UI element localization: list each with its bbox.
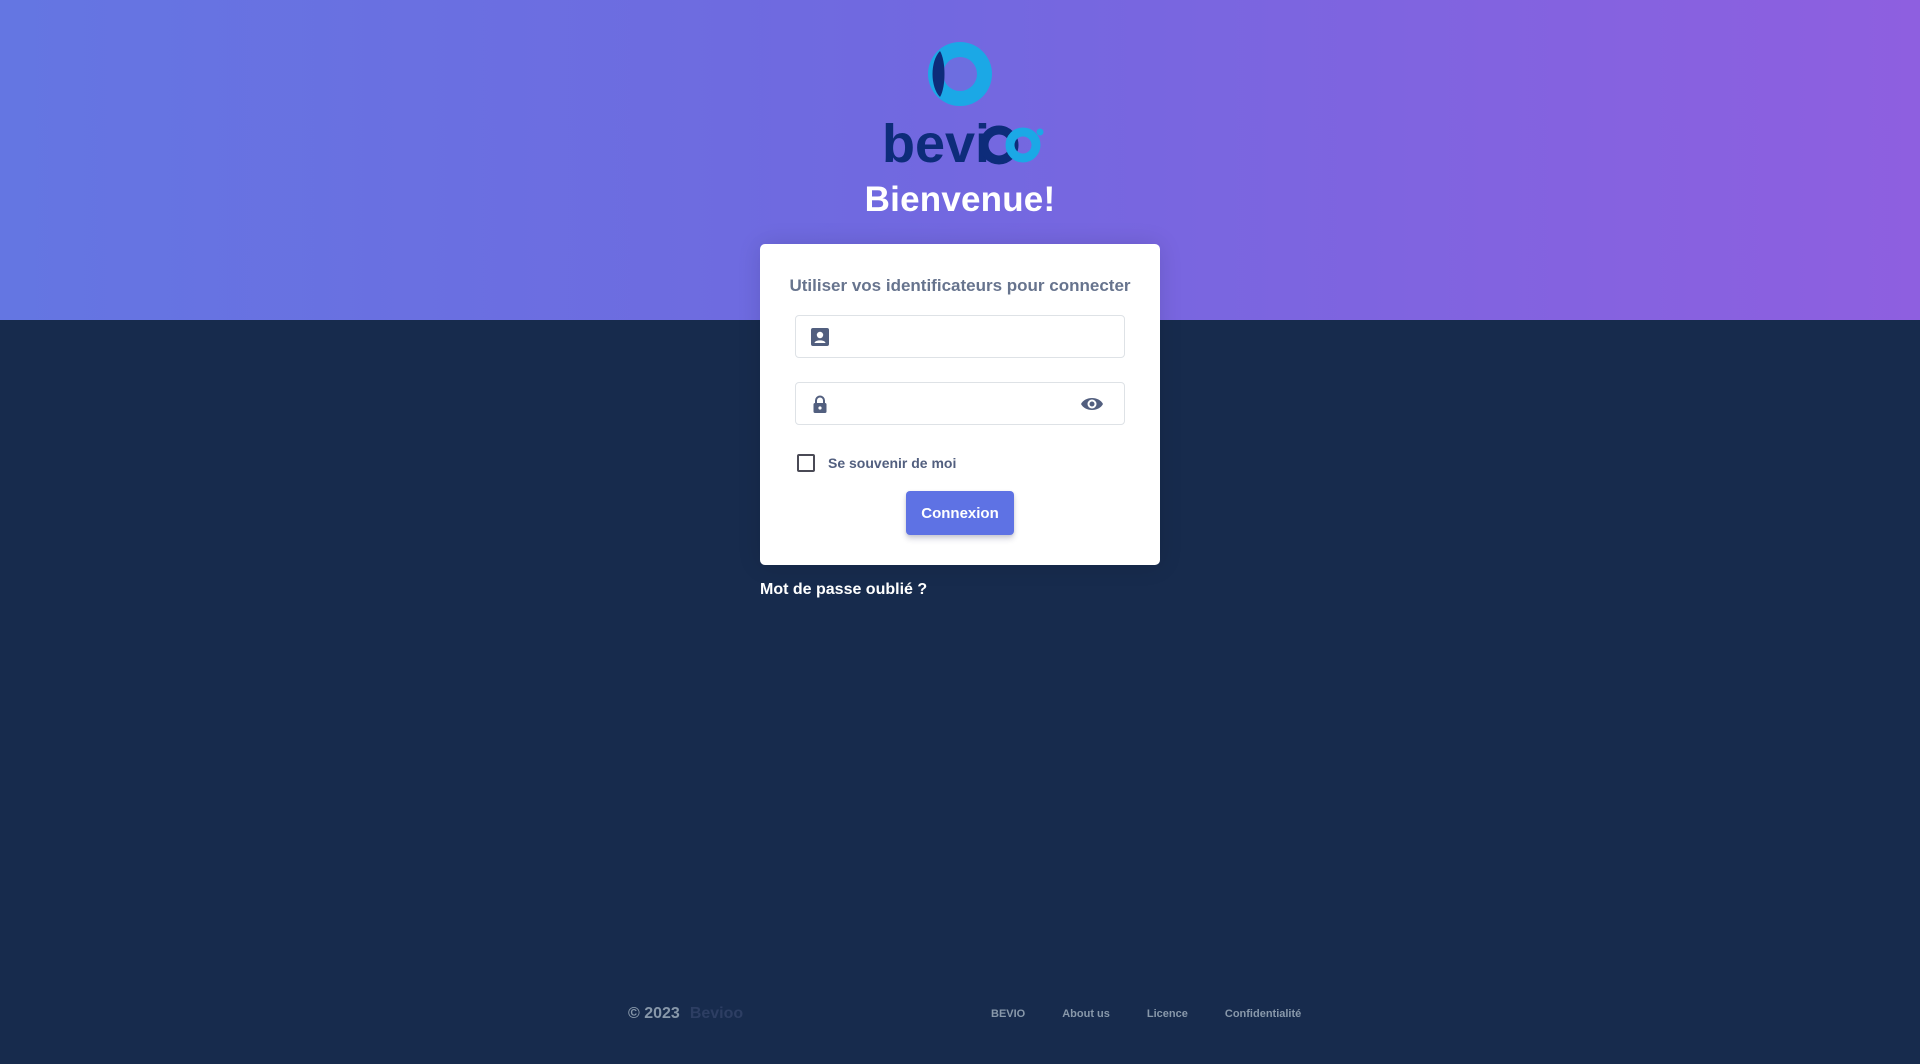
footer-copyright: © 2023 Bevioo	[628, 1005, 743, 1023]
footer-links: BEVIO About us Licence Confidentialité	[991, 1008, 1338, 1020]
footer-brand-link[interactable]: Bevioo	[690, 1005, 743, 1023]
username-field[interactable]	[795, 315, 1125, 358]
forgot-password-link[interactable]: Mot de passe oublié ?	[760, 581, 927, 599]
footer-link-privacy[interactable]: Confidentialité	[1225, 1008, 1301, 1020]
user-card-icon	[811, 328, 829, 346]
lock-icon	[813, 395, 827, 413]
copyright-text: © 2023	[628, 1005, 680, 1022]
svg-text:bevi: bevi	[882, 114, 990, 168]
login-instructions: Utiliser vos identificateurs pour connec…	[789, 276, 1131, 295]
footer-link-bevio[interactable]: BEVIO	[991, 1008, 1025, 1020]
remember-me-checkbox[interactable]	[797, 454, 815, 472]
footer-link-licence[interactable]: Licence	[1147, 1008, 1188, 1020]
username-input[interactable]	[840, 317, 1070, 356]
remember-me[interactable]: Se souvenir de moi	[797, 452, 956, 474]
password-input[interactable]	[840, 384, 1070, 423]
eye-icon[interactable]	[1080, 393, 1104, 415]
remember-me-label: Se souvenir de moi	[828, 455, 957, 471]
password-field[interactable]	[795, 382, 1125, 425]
welcome-heading: Bienvenue!	[864, 180, 1056, 219]
bevioo-logo: bevi	[882, 42, 1044, 168]
login-button[interactable]: Connexion	[906, 491, 1014, 535]
footer-link-about[interactable]: About us	[1062, 1008, 1110, 1020]
login-card: Utiliser vos identificateurs pour connec…	[760, 244, 1160, 565]
